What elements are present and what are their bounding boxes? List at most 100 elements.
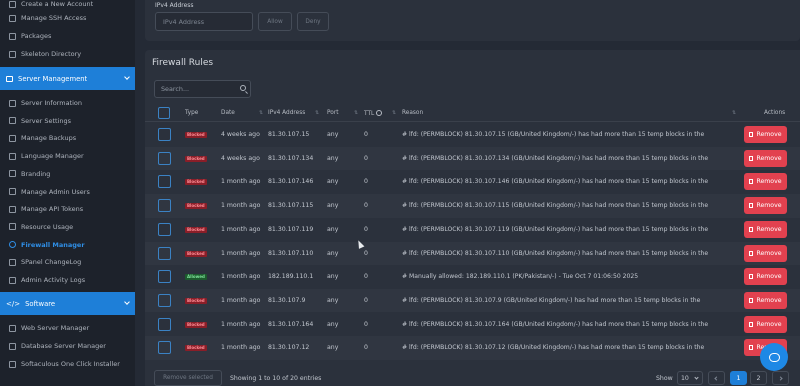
remove-selected-button[interactable]: Remove selected <box>154 370 222 386</box>
sidebar-item-label: Manage Admin Users <box>21 187 90 196</box>
per-page-select[interactable]: 10 <box>677 371 703 385</box>
column-date[interactable]: Date <box>221 110 235 116</box>
ttl-cell: 0 <box>364 131 368 138</box>
port-cell: any <box>327 296 339 304</box>
sidebar-item-skeleton-directory[interactable]: Skeleton Directory <box>0 45 135 63</box>
trash-icon <box>749 155 754 161</box>
remove-button[interactable]: Remove <box>744 126 787 143</box>
ip-cell: 81.30.107.134 <box>268 154 314 162</box>
row-checkbox[interactable] <box>158 246 171 260</box>
row-checkbox[interactable] <box>158 151 171 165</box>
sidebar: Create a New Account Manage SSH Access Pac… <box>0 0 135 386</box>
table-row: Blocked 1 month ago 81.30.107.12 any 0 # lfd:… <box>145 336 800 360</box>
history-icon <box>9 134 16 142</box>
select-all-checkbox[interactable] <box>158 107 170 119</box>
date-cell: 1 month ago <box>221 249 261 257</box>
ttl-cell: 0 <box>364 225 368 233</box>
remove-button[interactable]: Remove <box>744 315 787 333</box>
column-port[interactable]: Port <box>327 110 339 116</box>
globe-icon <box>9 324 16 332</box>
sidebar-section-software[interactable]: </> Software <box>0 292 135 315</box>
sidebar-item-label: Softaculous One Click Installer <box>21 360 120 368</box>
remove-button[interactable]: Remove <box>744 244 787 262</box>
row-checkbox[interactable] <box>158 199 171 213</box>
trash-icon <box>749 345 754 351</box>
chat-support-button[interactable] <box>760 343 788 371</box>
next-page-button[interactable] <box>772 371 789 385</box>
sidebar-item-manage-ssh-access[interactable]: Manage SSH Access <box>0 9 135 27</box>
port-cell: any <box>327 344 339 352</box>
reason-cell: # lfd: (PERMBLOCK) 81.30.107.15 (GB/Unit… <box>402 131 705 138</box>
remove-label: Remove <box>756 273 782 281</box>
trash-icon <box>749 250 754 256</box>
sidebar-item-database-server-manager[interactable]: Database Server Manager <box>0 337 135 355</box>
sidebar-item-admin-activity-logs[interactable]: Admin Activity Logs <box>0 271 135 289</box>
code-icon: </> <box>6 299 21 308</box>
language-icon <box>9 152 16 160</box>
info-icon[interactable] <box>376 110 383 116</box>
search-input[interactable]: Search... <box>154 80 251 98</box>
page-2-button[interactable]: 2 <box>750 371 767 385</box>
chevron-down-icon <box>694 375 699 380</box>
remove-button[interactable]: Remove <box>744 291 787 309</box>
sidebar-item-label: Manage SSH Access <box>21 14 87 22</box>
sidebar-item-spanel-changelog[interactable]: SPanel ChangeLog <box>0 253 135 271</box>
trash-icon <box>749 203 754 209</box>
sidebar-section-server-management[interactable]: Server Management <box>0 67 135 90</box>
column-type[interactable]: Type <box>185 110 198 116</box>
sidebar-item-server-settings[interactable]: Server Settings <box>0 112 135 130</box>
previous-page-button[interactable] <box>708 371 725 385</box>
sidebar-item-softaculous-one-click-installer[interactable]: Softaculous One Click Installer <box>0 355 135 373</box>
sidebar-item-resource-usage[interactable]: Resource Usage <box>0 218 135 236</box>
remove-selected-label: Remove selected <box>163 375 213 381</box>
chevron-left-icon <box>714 375 719 381</box>
port-cell: any <box>327 202 339 210</box>
row-checkbox[interactable] <box>158 341 171 355</box>
sidebar-item-server-information[interactable]: Server Information <box>0 94 135 112</box>
ttl-cell: 0 <box>364 320 368 328</box>
column-reason[interactable]: Reason <box>402 110 423 116</box>
database-icon <box>9 342 16 350</box>
column-ttl[interactable]: TTL <box>364 110 383 117</box>
sidebar-item-manage-backups[interactable]: Manage Backups <box>0 129 135 147</box>
ip-address-input[interactable]: IPv4 Address <box>155 12 253 31</box>
sidebar-item-web-server-manager[interactable]: Web Server Manager <box>0 319 135 337</box>
deny-button[interactable]: Deny <box>297 12 329 31</box>
ip-cell: 81.30.107.146 <box>268 178 314 186</box>
row-checkbox[interactable] <box>158 270 171 284</box>
sidebar-item-manage-admin-users[interactable]: Manage Admin Users <box>0 183 135 201</box>
sort-icon: ⇅ <box>259 110 264 116</box>
remove-button[interactable]: Remove <box>744 268 787 286</box>
table-footer: Remove selected Showing 1 to 10 of 20 en… <box>145 370 800 386</box>
firewall-rules-title: Firewall Rules <box>152 58 214 68</box>
row-checkbox[interactable] <box>158 317 171 331</box>
row-checkbox[interactable] <box>158 293 171 307</box>
ttl-cell: 0 <box>364 344 368 352</box>
remove-label: Remove <box>756 202 782 210</box>
table-row: Blocked 1 month ago 81.30.107.119 any 0 # lfd… <box>145 218 800 242</box>
date-cell: 4 weeks ago <box>221 154 260 162</box>
trash-icon <box>749 179 754 185</box>
row-checkbox[interactable] <box>158 175 171 189</box>
column-ip[interactable]: IPv4 Address <box>268 110 305 116</box>
entries-info: Showing 1 to 10 of 20 entries <box>230 375 322 382</box>
remove-button[interactable]: Remove <box>744 220 787 238</box>
sidebar-item-firewall-manager[interactable]: Firewall Manager <box>0 236 135 254</box>
sidebar-item-language-manager[interactable]: Language Manager <box>0 147 135 165</box>
trash-icon <box>749 132 754 137</box>
sidebar-section-label: Software <box>25 299 56 308</box>
sidebar-item-branding[interactable]: Branding <box>0 165 135 183</box>
page-1-button[interactable]: 1 <box>730 371 747 385</box>
sidebar-item-packages[interactable]: Packages <box>0 27 135 45</box>
sidebar-item-manage-api-tokens[interactable]: Manage API Tokens <box>0 200 135 218</box>
remove-button[interactable]: Remove <box>744 197 787 215</box>
ttl-cell: 0 <box>364 178 368 186</box>
table-row: Blocked 1 month ago 81.30.107.9 any 0 # lfd: … <box>145 288 800 313</box>
remove-button[interactable]: Remove <box>744 173 787 191</box>
remove-button[interactable]: Remove <box>744 149 787 167</box>
allow-button[interactable]: Allow <box>258 12 292 31</box>
status-badge: Blocked <box>185 179 207 186</box>
sidebar-item-label: Server Settings <box>21 116 72 125</box>
row-checkbox[interactable] <box>158 128 171 141</box>
row-checkbox[interactable] <box>158 222 171 236</box>
